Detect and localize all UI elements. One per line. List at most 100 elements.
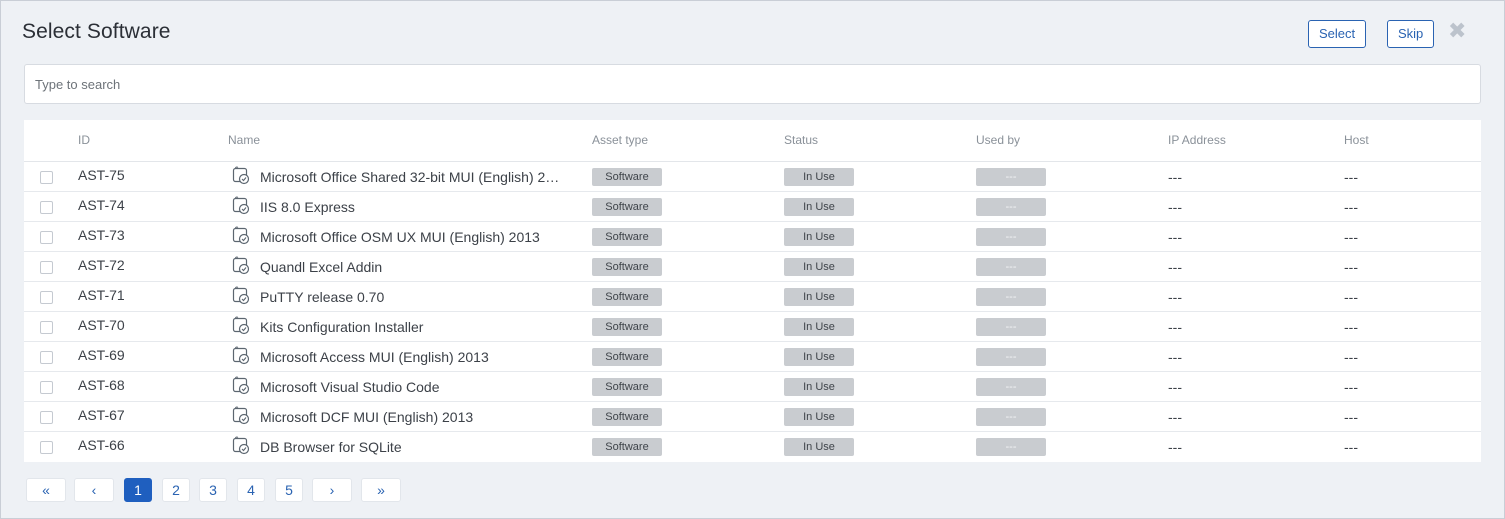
close-icon[interactable]: ✖: [1448, 21, 1466, 43]
software-icon: [231, 436, 251, 456]
status-badge: In Use: [784, 258, 854, 276]
software-icon: [231, 286, 251, 306]
status-badge: In Use: [784, 288, 854, 306]
column-header-id[interactable]: ID: [78, 133, 90, 147]
used-by-badge: ---: [976, 408, 1046, 426]
page-1-button[interactable]: 1: [124, 478, 152, 502]
row-checkbox[interactable]: [40, 381, 53, 394]
first-page-button[interactable]: «: [26, 478, 66, 502]
asset-type-badge: Software: [592, 318, 662, 336]
ip-address: ---: [1168, 439, 1182, 455]
row-checkbox[interactable]: [40, 231, 53, 244]
asset-name[interactable]: Microsoft DCF MUI (English) 2013: [260, 409, 578, 425]
table-row[interactable]: AST-68 Microsoft Visual Studio Code Softwa…: [24, 372, 1481, 402]
status-badge: In Use: [784, 378, 854, 396]
asset-id: AST-69: [78, 347, 125, 363]
row-checkbox[interactable]: [40, 291, 53, 304]
table-row[interactable]: AST-74 IIS 8.0 Express Software In Use --- --…: [24, 192, 1481, 222]
column-header-asset-type[interactable]: Asset type: [592, 133, 648, 147]
software-icon: [231, 166, 251, 186]
asset-name[interactable]: PuTTY release 0.70: [260, 289, 578, 305]
used-by-badge: ---: [976, 318, 1046, 336]
table-row[interactable]: AST-75 Microsoft Office Shared 32-bit MUI…: [24, 162, 1481, 192]
table-row[interactable]: AST-73 Microsoft Office OSM UX MUI (Engli…: [24, 222, 1481, 252]
search-input[interactable]: [24, 64, 1481, 104]
host: ---: [1344, 229, 1358, 245]
table-header: ID Name Asset type Status Used by IP Add…: [24, 120, 1481, 162]
table-row[interactable]: AST-66 DB Browser for SQLite Software In Us…: [24, 432, 1481, 462]
page-5-button[interactable]: 5: [275, 478, 303, 502]
used-by-badge: ---: [976, 228, 1046, 246]
asset-name[interactable]: Microsoft Office OSM UX MUI (English) 20…: [260, 229, 578, 245]
used-by-badge: ---: [976, 198, 1046, 216]
asset-name[interactable]: DB Browser for SQLite: [260, 439, 578, 455]
asset-type-badge: Software: [592, 348, 662, 366]
page-4-button[interactable]: 4: [237, 478, 265, 502]
select-software-dialog: Select Software Select Skip ✖ ID Name As…: [0, 0, 1505, 519]
ip-address: ---: [1168, 349, 1182, 365]
table-row[interactable]: AST-69 Microsoft Access MUI (English) 201…: [24, 342, 1481, 372]
status-badge: In Use: [784, 168, 854, 186]
skip-button[interactable]: Skip: [1387, 20, 1434, 48]
next-page-button[interactable]: ›: [312, 478, 352, 502]
ip-address: ---: [1168, 379, 1182, 395]
column-header-host[interactable]: Host: [1344, 133, 1369, 147]
asset-type-badge: Software: [592, 438, 662, 456]
column-header-ip-address[interactable]: IP Address: [1168, 133, 1226, 147]
host: ---: [1344, 199, 1358, 215]
ip-address: ---: [1168, 289, 1182, 305]
status-badge: In Use: [784, 198, 854, 216]
asset-name[interactable]: Microsoft Access MUI (English) 2013: [260, 349, 578, 365]
dialog-title: Select Software: [22, 20, 171, 43]
asset-id: AST-73: [78, 227, 125, 243]
used-by-badge: ---: [976, 288, 1046, 306]
row-checkbox[interactable]: [40, 441, 53, 454]
row-checkbox[interactable]: [40, 201, 53, 214]
column-header-name[interactable]: Name: [228, 133, 260, 147]
asset-name[interactable]: IIS 8.0 Express: [260, 199, 578, 215]
table-row[interactable]: AST-67 Microsoft DCF MUI (English) 2013 So…: [24, 402, 1481, 432]
last-page-button[interactable]: »: [361, 478, 401, 502]
asset-type-badge: Software: [592, 408, 662, 426]
table-row[interactable]: AST-72 Quandl Excel Addin Software In Use --…: [24, 252, 1481, 282]
ip-address: ---: [1168, 409, 1182, 425]
host: ---: [1344, 289, 1358, 305]
asset-id: AST-67: [78, 407, 125, 423]
status-badge: In Use: [784, 318, 854, 336]
page-3-button[interactable]: 3: [199, 478, 227, 502]
software-icon: [231, 226, 251, 246]
asset-id: AST-71: [78, 287, 125, 303]
host: ---: [1344, 319, 1358, 335]
asset-name[interactable]: Kits Configuration Installer: [260, 319, 578, 335]
asset-name[interactable]: Microsoft Office Shared 32-bit MUI (Engl…: [260, 169, 578, 185]
previous-page-button[interactable]: ‹: [74, 478, 114, 502]
row-checkbox[interactable]: [40, 411, 53, 424]
host: ---: [1344, 349, 1358, 365]
host: ---: [1344, 379, 1358, 395]
table-row[interactable]: AST-71 PuTTY release 0.70 Software In Use --…: [24, 282, 1481, 312]
host: ---: [1344, 259, 1358, 275]
column-header-used-by[interactable]: Used by: [976, 133, 1020, 147]
table-row[interactable]: AST-70 Kits Configuration Installer Softwa…: [24, 312, 1481, 342]
column-header-status[interactable]: Status: [784, 133, 818, 147]
asset-name[interactable]: Microsoft Visual Studio Code: [260, 379, 578, 395]
page-2-button[interactable]: 2: [162, 478, 190, 502]
row-checkbox[interactable]: [40, 351, 53, 364]
ip-address: ---: [1168, 169, 1182, 185]
ip-address: ---: [1168, 259, 1182, 275]
row-checkbox[interactable]: [40, 321, 53, 334]
asset-type-badge: Software: [592, 258, 662, 276]
host: ---: [1344, 409, 1358, 425]
ip-address: ---: [1168, 229, 1182, 245]
select-button[interactable]: Select: [1308, 20, 1366, 48]
software-icon: [231, 406, 251, 426]
row-checkbox[interactable]: [40, 261, 53, 274]
asset-name[interactable]: Quandl Excel Addin: [260, 259, 578, 275]
asset-id: AST-66: [78, 437, 125, 453]
asset-id: AST-72: [78, 257, 125, 273]
used-by-badge: ---: [976, 378, 1046, 396]
asset-id: AST-75: [78, 167, 125, 183]
host: ---: [1344, 169, 1358, 185]
used-by-badge: ---: [976, 348, 1046, 366]
row-checkbox[interactable]: [40, 171, 53, 184]
